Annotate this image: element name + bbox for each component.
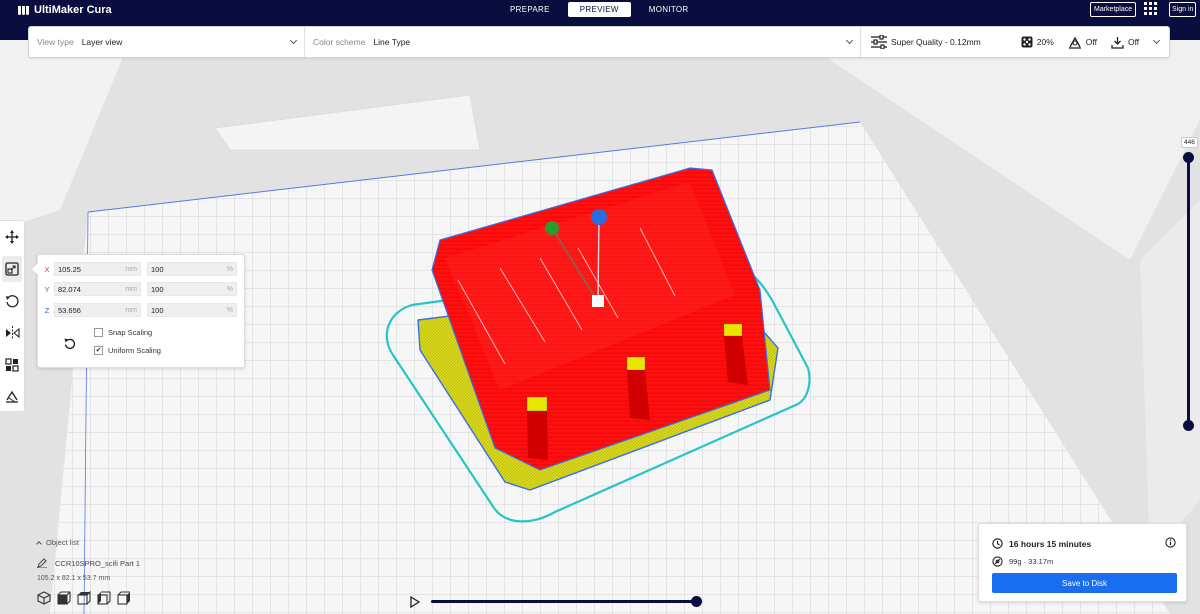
adhesion-icon [1111,36,1124,49]
per-model-settings-button[interactable] [2,352,22,378]
adhesion-value: Off [1127,37,1140,47]
chevron-down-icon [289,36,298,45]
simulation-slider-handle[interactable] [691,596,702,607]
view-options-panel: View type Layer view Color scheme Line T… [28,26,1170,58]
print-details-button[interactable] [1165,537,1176,550]
mirror-tool-button[interactable] [2,320,22,346]
spool-icon [992,556,1003,567]
move-icon [5,230,19,244]
quality-value: Super Quality - 0.12mm [891,37,981,47]
front-view-icon[interactable] [57,591,71,605]
color-scheme-value: Line Type [373,37,411,47]
scale-row-z: Z 53.656 mm 100% [42,303,237,317]
app-logo: UltiMaker Cura [18,4,112,16]
infill-value: 20% [1036,37,1054,47]
save-to-disk-button[interactable]: Save to Disk [992,573,1177,593]
print-time-value: 16 hours 15 minutes [1009,538,1092,549]
layer-slider-upper-handle[interactable] [1183,152,1194,163]
handle-blue [591,209,607,225]
view-type-value: Layer view [81,37,123,47]
pencil-icon [37,558,47,568]
top-view-icon[interactable] [77,591,91,605]
scale-x-percent-input[interactable]: 100% [147,262,237,276]
snap-scaling-row[interactable]: Snap Scaling [94,328,152,337]
reset-icon [64,338,76,350]
app-title: UltiMaker Cura [34,4,112,16]
tab-monitor[interactable]: MONITOR [637,2,701,17]
scale-y-percent-input[interactable]: 100% [147,282,237,296]
rotate-tool-button[interactable] [2,288,22,314]
axis-label-y: Y [44,284,50,294]
scale-row-x: X 105.25 mm 100% [42,262,237,276]
move-tool-button[interactable] [2,224,22,250]
axis-label-z: Z [44,305,50,315]
tool-toolbar [0,220,25,412]
uniform-scaling-checkbox[interactable]: ✔ [94,346,103,355]
chevron-down-icon [1152,36,1161,45]
sign-in-button[interactable]: Sign in [1169,2,1197,17]
layer-number-input[interactable]: 446 [1181,137,1198,148]
support-blocker-button[interactable] [2,384,22,410]
snap-scaling-label: Snap Scaling [108,328,153,337]
object-name: CCR10SPRO_scifi Part 1 [55,558,141,568]
print-settings-selector[interactable]: Super Quality - 0.12mm 20% Off Off [861,27,1169,57]
object-dimensions: 105.2 x 82.1 x 53.7 mm [37,575,111,582]
support-icon [1068,36,1081,49]
handle-center [592,295,604,307]
scale-tool-panel: X 105.25 mm 100% Y 82.074 mm 100% Z 53.656… [32,254,245,368]
view-type-label: View type [37,37,74,47]
layer-slider-track[interactable] [1187,157,1190,425]
print-time-row: 16 hours 15 minutes [992,538,1091,549]
infill-icon [1021,36,1033,48]
play-simulation-button[interactable] [410,595,421,610]
per-model-settings-icon [5,358,19,372]
scale-z-percent-input[interactable]: 100% [147,303,237,317]
reset-scale-button[interactable] [64,337,76,352]
object-list-header: Object list [46,538,79,547]
uniform-scaling-row[interactable]: ✔ Uniform Scaling [94,346,161,355]
snap-scaling-checkbox[interactable] [94,328,103,337]
play-icon [410,595,421,609]
scale-icon [5,262,19,276]
rotate-icon [6,295,19,308]
marketplace-button[interactable]: Marketplace [1090,2,1137,17]
mirror-icon [5,326,20,340]
3d-view-icon[interactable] [37,591,51,605]
chevron-up-icon [36,540,42,547]
color-scheme-label: Color scheme [313,37,366,47]
simulation-slider-track[interactable] [431,600,696,603]
object-list-item[interactable]: CCR10SPRO_scifi Part 1 [37,558,140,568]
apps-grid-icon[interactable] [1144,2,1157,15]
scale-tool-button[interactable] [2,256,22,282]
scale-y-mm-input[interactable]: 82.074 mm [54,282,141,296]
scale-row-y: Y 82.074 mm 100% [42,282,237,296]
camera-view-buttons [37,591,131,605]
stage-tabs: PREPARE PREVIEW MONITOR [498,2,700,17]
chevron-down-icon [845,36,854,45]
material-usage-value: 99g · 33.17m [1009,557,1054,566]
tab-prepare[interactable]: PREPARE [498,2,562,17]
scale-x-mm-input[interactable]: 105.25 mm [54,262,141,276]
support-blocker-icon [6,390,18,403]
sliders-icon [871,35,887,49]
left-view-icon[interactable] [97,591,111,605]
object-list-toggle[interactable]: Object list [36,538,79,547]
handle-green [545,221,559,235]
support-value: Off [1085,37,1097,47]
layer-slider-lower-handle[interactable] [1183,420,1194,431]
color-scheme-dropdown[interactable]: Color scheme Line Type [305,27,861,57]
print-information-panel: 16 hours 15 minutes 99g · 33.17m Save to… [978,523,1187,602]
tab-preview[interactable]: PREVIEW [567,2,631,17]
right-view-icon[interactable] [117,591,131,605]
clock-icon [992,538,1003,549]
axis-label-x: X [44,264,50,274]
scale-z-mm-input[interactable]: 53.656 mm [54,303,141,317]
info-icon [1165,537,1176,548]
view-type-dropdown[interactable]: View type Layer view [29,27,305,57]
uniform-scaling-label: Uniform Scaling [108,346,161,355]
ultimaker-logo-icon [18,5,29,15]
material-usage-row: 99g · 33.17m [992,556,1053,567]
